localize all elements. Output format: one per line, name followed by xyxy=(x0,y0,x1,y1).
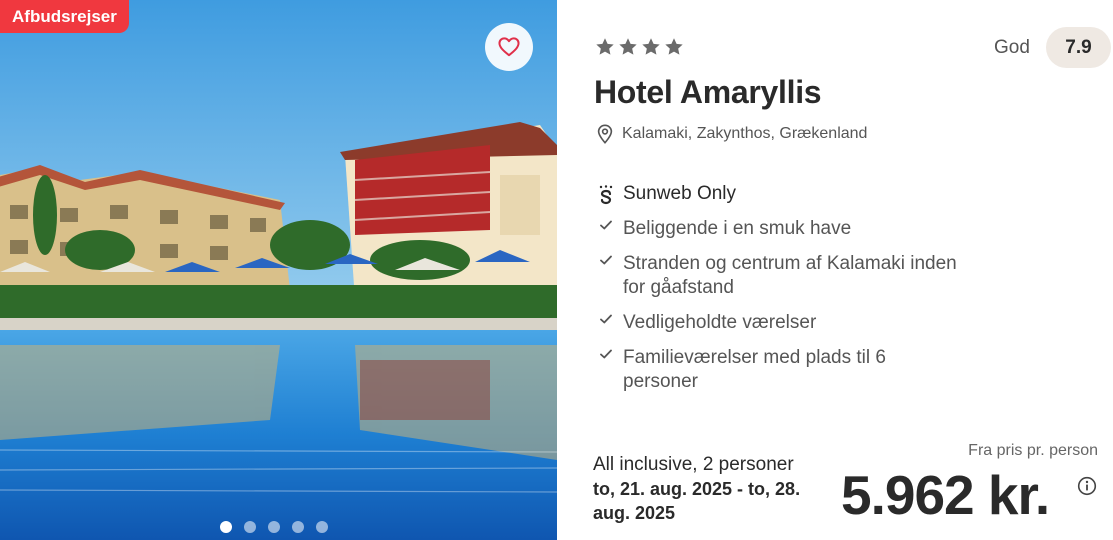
hotel-info: God 7.9 Hotel Amaryllis Kalamaki, Zakynt… xyxy=(557,0,1113,540)
sunweb-logo-icon xyxy=(599,185,613,205)
info-icon[interactable] xyxy=(1077,476,1097,496)
feature-list: Sunweb Only Beliggende i en smuk have St… xyxy=(597,182,957,405)
star-rating xyxy=(595,37,684,57)
travel-dates: to, 21. aug. 2025 - to, 28. aug. 2025 xyxy=(593,479,801,523)
star-icon xyxy=(619,38,637,55)
carousel-dot[interactable] xyxy=(292,521,304,533)
feature-label: Stranden og centrum af Kalamaki inden fo… xyxy=(623,253,957,298)
carousel-dot[interactable] xyxy=(316,521,328,533)
list-item: Beliggende i en smuk have xyxy=(597,217,957,241)
carousel-dot[interactable] xyxy=(244,521,256,533)
carousel-dot[interactable] xyxy=(268,521,280,533)
rating-label: God xyxy=(994,37,1030,58)
deal-badge: Afbudsrejser xyxy=(0,0,129,33)
price-label: Fra pris pr. person xyxy=(968,442,1098,459)
check-icon xyxy=(600,314,612,324)
star-icon xyxy=(596,38,614,55)
list-item: Sunweb Only xyxy=(597,182,957,206)
feature-label: Vedligeholdte værelser xyxy=(623,312,817,333)
carousel-indicators xyxy=(220,521,328,533)
board-and-guests: All inclusive, 2 personer xyxy=(593,454,794,475)
price: 5.962 kr. xyxy=(841,464,1050,526)
list-item: Vedligeholdte værelser xyxy=(597,311,957,335)
hotel-location: Kalamaki, Zakynthos, Grækenland xyxy=(596,124,867,144)
star-icon xyxy=(642,38,660,55)
location-text: Kalamaki, Zakynthos, Grækenland xyxy=(622,125,868,142)
feature-label: Beliggende i en smuk have xyxy=(623,218,852,239)
carousel-dot[interactable] xyxy=(220,521,232,533)
map-pin-icon xyxy=(597,124,613,144)
feature-label: Sunweb Only xyxy=(623,183,737,204)
hotel-name[interactable]: Hotel Amaryllis xyxy=(594,74,822,111)
heart-icon xyxy=(498,37,520,57)
check-icon xyxy=(600,255,612,265)
feature-label: Familieværelser med plads til 6 personer xyxy=(623,347,886,392)
hotel-photo-carousel[interactable]: Afbudsrejser xyxy=(0,0,557,540)
list-item: Stranden og centrum af Kalamaki inden fo… xyxy=(597,252,957,300)
rating-score: 7.9 xyxy=(1046,27,1111,68)
trip-details: All inclusive, 2 personer to, 21. aug. 2… xyxy=(593,453,833,525)
check-icon xyxy=(600,349,612,359)
star-icon xyxy=(665,38,683,55)
list-item: Familieværelser med plads til 6 personer xyxy=(597,346,957,394)
favorite-button[interactable] xyxy=(485,23,533,71)
check-icon xyxy=(600,220,612,230)
hotel-photo xyxy=(0,0,557,540)
